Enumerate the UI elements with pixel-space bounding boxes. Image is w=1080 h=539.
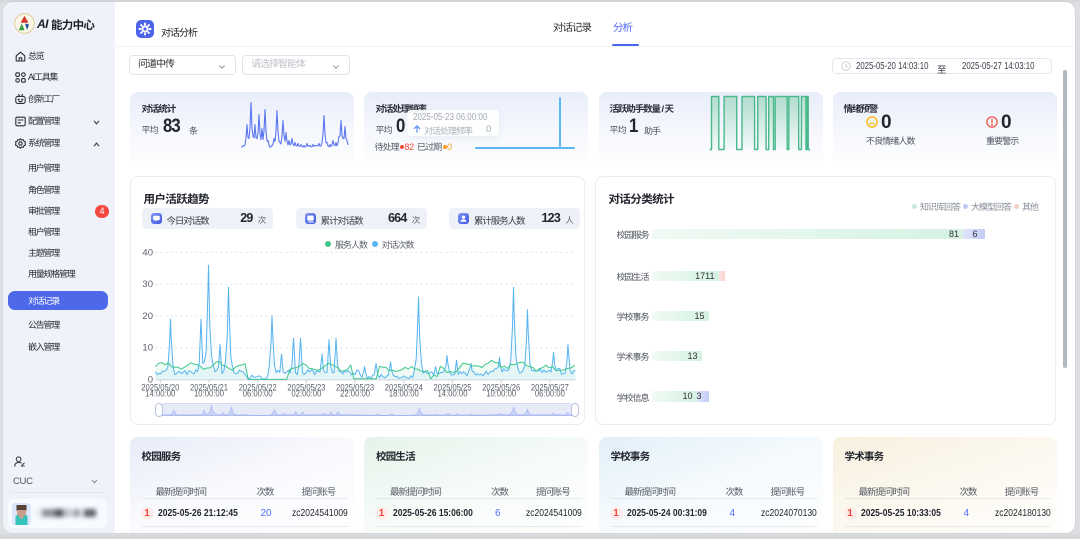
- svg-text:18:00:00: 18:00:00: [388, 389, 418, 399]
- svg-text:14:00:00: 14:00:00: [145, 389, 175, 399]
- svg-text:10:00:00: 10:00:00: [194, 389, 224, 399]
- svg-text:06:00:00: 06:00:00: [534, 389, 564, 399]
- svg-text:22:00:00: 22:00:00: [340, 389, 370, 399]
- svg-text:02:00:00: 02:00:00: [291, 389, 321, 399]
- svg-text:20: 20: [142, 311, 153, 322]
- svg-text:10: 10: [142, 343, 153, 354]
- svg-text:14:00:00: 14:00:00: [437, 389, 467, 399]
- svg-text:30: 30: [142, 279, 153, 290]
- svg-text:40: 40: [142, 247, 153, 258]
- svg-text:06:00:00: 06:00:00: [242, 389, 272, 399]
- svg-text:10:00:00: 10:00:00: [486, 389, 516, 399]
